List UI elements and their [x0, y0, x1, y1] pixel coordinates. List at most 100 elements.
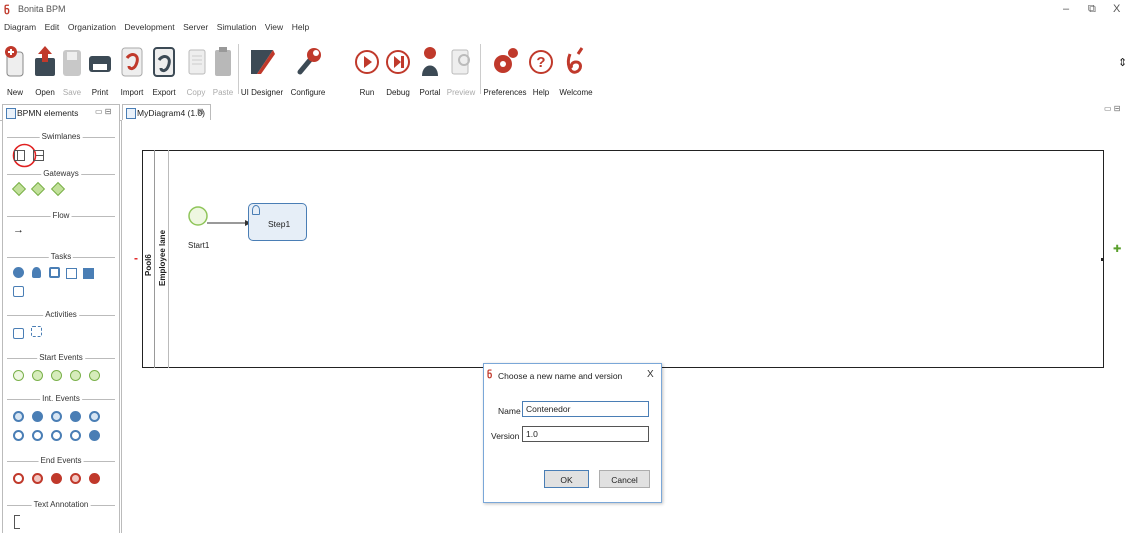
link-catch-event-icon[interactable] [13, 430, 24, 441]
preview-button[interactable]: Preview [444, 40, 478, 98]
call-activity-icon[interactable] [13, 328, 24, 339]
start-event-shape[interactable] [188, 206, 208, 226]
human-task-icon[interactable] [32, 267, 41, 278]
editor-view-controls[interactable]: ▭ ⊟ [1104, 104, 1120, 113]
link-throw-event-icon[interactable] [32, 430, 43, 441]
compensate-event-icon[interactable] [70, 430, 81, 441]
sequence-flow-connector[interactable] [207, 219, 252, 227]
title-bar: ნ Bonita BPM – ⧉ X [0, 0, 1127, 22]
section-swimlanes-label: Swimlanes [39, 132, 83, 141]
section-end-events-label: End Events [38, 456, 84, 465]
error-start-event-icon[interactable] [89, 370, 100, 381]
message-start-event-icon[interactable] [32, 370, 43, 381]
terminate-end-event-icon[interactable] [89, 473, 100, 484]
configure-button[interactable]: Configure [284, 40, 332, 98]
open-button[interactable]: Open [30, 40, 60, 98]
text-annotation-icon[interactable] [14, 515, 20, 529]
run-icon [355, 50, 379, 74]
pool-collapse-handle[interactable]: - [134, 251, 138, 265]
send-task-icon[interactable] [66, 268, 77, 279]
xor-gateway-icon[interactable] [11, 181, 27, 197]
menu-edit[interactable]: Edit [45, 22, 60, 32]
end-event-icon[interactable] [13, 473, 24, 484]
sequence-flow-icon[interactable]: → [13, 224, 24, 236]
import-label: Import [120, 88, 144, 97]
preferences-button[interactable]: Preferences [482, 40, 528, 98]
menu-server[interactable]: Server [183, 22, 208, 32]
menu-simulation[interactable]: Simulation [217, 22, 257, 32]
lane-tool-icon[interactable] [33, 150, 44, 161]
menu-help[interactable]: Help [292, 22, 309, 32]
debug-button[interactable]: Debug [382, 40, 414, 98]
error-boundary-event-icon[interactable] [51, 430, 62, 441]
name-field[interactable]: Contenedor [522, 401, 649, 417]
export-icon [153, 47, 175, 77]
escalation-event-icon[interactable] [89, 430, 100, 441]
palette-view-controls[interactable]: ▭ ⊟ [95, 107, 111, 116]
save-button[interactable]: Save [58, 40, 86, 98]
section-activities-label: Activities [43, 310, 79, 319]
event-subprocess-icon[interactable] [31, 326, 42, 337]
section-start-events-label: Start Events [37, 353, 85, 362]
export-button[interactable]: Export [146, 40, 182, 98]
run-button[interactable]: Run [352, 40, 382, 98]
import-button[interactable]: Import [114, 40, 150, 98]
signal-catch-event-icon[interactable] [89, 411, 100, 422]
minimize-button[interactable]: – [1063, 3, 1069, 15]
lane-header[interactable]: Employee lane [155, 150, 169, 368]
welcome-label: Welcome [559, 88, 593, 97]
save-icon [63, 50, 81, 76]
pool[interactable] [142, 150, 1104, 368]
signal-end-event-icon[interactable] [51, 473, 62, 484]
error-end-event-icon[interactable] [70, 473, 81, 484]
ui-designer-button[interactable]: UI Designer [238, 40, 286, 98]
window-title: Bonita BPM [18, 4, 66, 14]
menu-development[interactable]: Development [125, 22, 175, 32]
signal-start-event-icon[interactable] [70, 370, 81, 381]
section-tasks: Tasks [7, 252, 115, 262]
close-window-button[interactable]: X [1113, 3, 1120, 15]
help-button[interactable]: ? Help [526, 40, 556, 98]
timer-event-icon[interactable] [51, 411, 62, 422]
section-swimlanes: Swimlanes [7, 132, 115, 142]
start-event-icon[interactable] [13, 370, 24, 381]
pool-tool-icon[interactable] [14, 150, 25, 161]
timer-start-event-icon[interactable] [51, 370, 62, 381]
toolbar-overflow-icon[interactable]: ⇕ [1118, 56, 1127, 69]
menu-diagram[interactable]: Diagram [4, 22, 36, 32]
print-button[interactable]: Print [84, 40, 116, 98]
pool-resize-handle[interactable] [1101, 258, 1104, 261]
pool-header[interactable]: Pool6 [142, 150, 155, 368]
section-flow: Flow [7, 211, 115, 221]
menu-view[interactable]: View [265, 22, 283, 32]
signal-throw-event-icon[interactable] [70, 411, 81, 422]
ok-button[interactable]: OK [544, 470, 589, 488]
service-task-icon[interactable] [13, 267, 24, 278]
preferences-icon [494, 48, 518, 73]
lane-label: Employee lane [158, 229, 167, 286]
cancel-button[interactable]: Cancel [599, 470, 650, 488]
message-throw-event-icon[interactable] [32, 411, 43, 422]
parallel-gateway-icon[interactable] [30, 181, 46, 197]
paste-button[interactable]: Paste [208, 40, 238, 98]
inclusive-gateway-icon[interactable] [50, 181, 66, 197]
message-catch-event-icon[interactable] [13, 411, 24, 422]
debug-label: Debug [386, 88, 410, 97]
restore-button[interactable]: ⧉ [1088, 3, 1096, 16]
dialog-close-button[interactable]: X [647, 369, 654, 380]
new-button[interactable]: New [0, 40, 30, 98]
receive-task-icon[interactable] [83, 268, 94, 279]
tab-bpmn-elements[interactable]: BPMN elements ▭ ⊟ [2, 104, 120, 121]
task-step1[interactable]: Step1 [248, 203, 307, 241]
script-task-icon[interactable] [49, 267, 60, 278]
add-lane-icon[interactable]: ✚ [1113, 244, 1121, 255]
welcome-button[interactable]: Welcome [556, 40, 596, 98]
tab-mydiagram[interactable]: MyDiagram4 (1.0) ⊠ [122, 104, 211, 121]
message-end-event-icon[interactable] [32, 473, 43, 484]
portal-button[interactable]: Portal [414, 40, 446, 98]
menu-organization[interactable]: Organization [68, 22, 116, 32]
close-tab-icon[interactable]: ⊠ [197, 107, 204, 116]
abstract-task-icon[interactable] [13, 286, 24, 297]
section-start-events: Start Events [7, 353, 115, 363]
version-field[interactable]: 1.0 [522, 426, 649, 442]
